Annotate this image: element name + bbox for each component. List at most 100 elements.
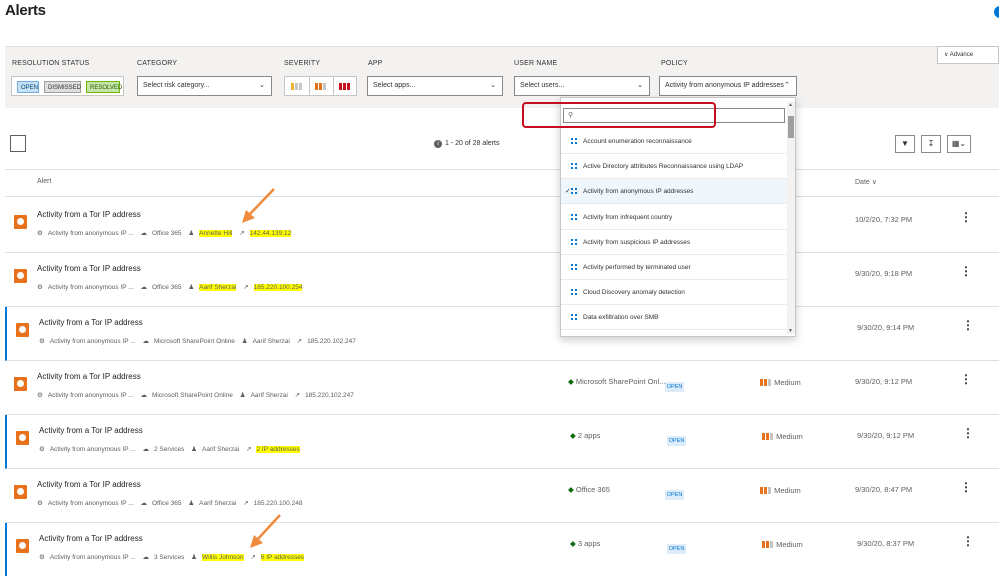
policy-option[interactable]: Active Directory attributes Reconnaissan… [561,154,787,180]
table-row[interactable]: Activity from a Tor IP address ⚙ Activity… [5,361,999,415]
dropdown-scrollbar[interactable]: ▲ ▼ [787,102,795,334]
alert-app[interactable]: 2 Services [154,446,184,453]
cloud-icon: ☁ [142,554,150,561]
more-options-icon[interactable]: ⋮ [962,534,974,548]
alert-ip[interactable]: 185.220.102.247 [305,392,354,399]
more-options-icon[interactable]: ⋮ [960,480,972,494]
advanced-filters-button[interactable]: ∨ Advance [937,46,999,64]
help-icon[interactable] [994,6,999,18]
status-chip-resolved[interactable]: RESOLVED [86,81,122,93]
policy-option[interactable]: Activity from infrequent country [561,205,787,230]
table-row[interactable]: Activity from a Tor IP address ⚙ Activity… [5,523,999,576]
scroll-up-icon[interactable]: ▲ [788,102,793,108]
alert-ip[interactable]: 185.220.100.254 [253,284,303,291]
app-select[interactable]: Select apps... ⌄ [367,76,503,96]
more-options-icon[interactable]: ⋮ [960,372,972,386]
more-options-icon[interactable]: ⋮ [962,318,974,332]
column-header-date[interactable]: Date ∨ [855,178,877,186]
columns-icon: ▦⌄ [951,139,967,148]
alert-user[interactable]: Aarif Sherzai [253,338,290,345]
alert-ip[interactable]: 142.44.139.12 [249,230,292,237]
policy-option[interactable]: Activity performed by terminated user [561,255,787,280]
user-name-select[interactable]: Select users... ⌄ [514,76,650,96]
column-header-alert[interactable]: Alert [37,178,51,185]
alert-app[interactable]: 3 Services [154,554,184,561]
policy-type-icon [571,138,577,144]
alert-title[interactable]: Activity from a Tor IP address [37,372,141,381]
table-row[interactable]: Activity from a Tor IP address ⚙ Activity… [5,469,999,523]
alert-app[interactable]: Microsoft SharePoint Online [152,392,233,399]
policy-option[interactable]: ✓ Activity from anonymous IP addresses [561,179,787,205]
scroll-down-icon[interactable]: ▼ [788,328,793,334]
policy-select[interactable]: Activity from anonymous IP addresses ⌃ [659,76,797,96]
table-settings-button[interactable]: ▦⌄ [947,135,971,153]
app-label: APP [368,60,383,67]
alert-severity-icon [16,431,29,445]
cloud-icon: ☁ [140,284,148,291]
policy-option[interactable]: Account enumeration reconnaissance [561,129,787,154]
info-icon: i [434,140,442,148]
alert-ip[interactable]: 185.220.100.248 [254,500,303,507]
policy-option[interactable]: Cloud Discovery anomaly detection [561,280,787,306]
alert-severity: Medium [762,540,803,549]
select-all-checkbox[interactable] [10,135,26,152]
category-label: CATEGORY [137,60,178,67]
status-badge: OPEN [667,436,686,446]
status-chip-dismissed[interactable]: DISMISSED [44,81,81,93]
severity-high-button[interactable] [333,77,358,95]
severity-low-button[interactable] [285,77,310,95]
alert-severity-text: Medium [774,378,801,387]
external-link-icon: ↗ [243,500,249,507]
alert-title[interactable]: Activity from a Tor IP address [37,480,141,489]
more-options-icon[interactable]: ⋮ [962,426,974,440]
alert-user[interactable]: Annette Hill [199,230,233,237]
alert-policy[interactable]: Activity from anonymous IP ... [50,446,136,453]
alert-policy[interactable]: Activity from anonymous IP ... [48,392,134,399]
alert-policy[interactable]: Activity from anonymous IP ... [48,284,134,291]
scroll-thumb[interactable] [788,116,794,138]
alert-title[interactable]: Activity from a Tor IP address [37,264,141,273]
alert-policy[interactable]: Activity from anonymous IP ... [48,500,134,507]
alert-user[interactable]: Aarif Sherzai [251,392,288,399]
table-row[interactable]: Activity from a Tor IP address ⚙ Activity… [5,307,999,361]
table-row[interactable]: Activity from a Tor IP address ⚙ Activity… [5,253,999,307]
alert-policy[interactable]: Activity from anonymous IP ... [48,230,134,237]
annotation-arrow-icon [250,514,281,548]
alert-policy[interactable]: Activity from anonymous IP ... [50,338,136,345]
alert-ip[interactable]: 2 IP addresses [256,446,300,453]
alert-user[interactable]: Aarif Sherzai [202,446,239,453]
resolution-status-chips: OPEN DISMISSED RESOLVED [11,76,124,96]
alert-title[interactable]: Activity from a Tor IP address [39,318,143,327]
table-row[interactable]: Activity from a Tor IP address ⚙ Activity… [5,199,999,253]
alert-policy[interactable]: Activity from anonymous IP ... [50,554,136,561]
alert-user[interactable]: Willis Johnson [202,554,244,561]
user-icon: ♟ [191,446,197,453]
alert-user[interactable]: Aarif Sherzai [199,500,236,507]
alert-title[interactable]: Activity from a Tor IP address [39,534,143,543]
alert-date: 9/30/20, 8:47 PM [855,485,913,494]
more-options-icon[interactable]: ⋮ [960,210,972,224]
severity-medium-button[interactable] [309,77,334,95]
category-select[interactable]: Select risk category... ⌄ [137,76,272,96]
more-options-icon[interactable]: ⋮ [960,264,972,278]
alert-title[interactable]: Activity from a Tor IP address [37,210,141,219]
alert-app[interactable]: Office 365 [152,500,182,507]
policy-option[interactable]: Data exfiltration over SMB [561,305,787,331]
table-row[interactable]: Activity from a Tor IP address ⚙ Activity… [5,415,999,469]
filter-button[interactable]: ▼ [895,135,915,153]
policy-option-label: Data exfiltration over SMB [583,314,659,322]
policy-icon: ⚙ [39,554,45,561]
alert-ip[interactable]: 185.220.102.247 [307,338,356,345]
alert-app[interactable]: Microsoft SharePoint Online [154,338,235,345]
alert-title[interactable]: Activity from a Tor IP address [39,426,143,435]
status-chip-open[interactable]: OPEN [17,81,39,93]
user-icon: ♟ [188,230,195,237]
alert-user[interactable]: Aarif Sherzai [199,284,237,291]
export-button[interactable]: ↧ [921,135,941,153]
alert-ip[interactable]: 6 IP addresses [260,554,305,561]
policy-option[interactable]: Activity from suspicious IP addresses [561,230,787,255]
status-badge: OPEN [665,490,684,500]
app-icon: ◆ [570,431,576,440]
alert-app[interactable]: Office 365 [152,284,182,291]
alert-app[interactable]: Office 365 [152,230,182,237]
